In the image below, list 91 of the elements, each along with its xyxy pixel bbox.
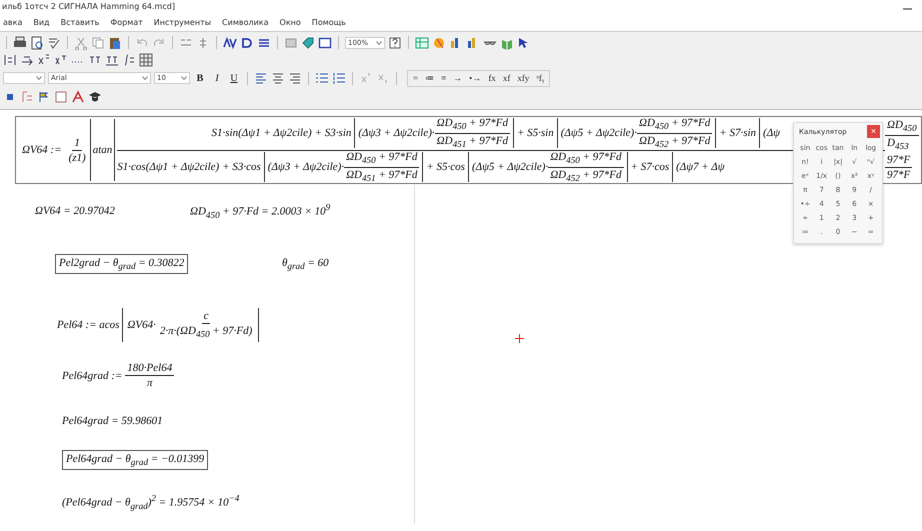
fraction-numerator: 1 xyxy=(72,136,82,150)
format-button[interactable]: I xyxy=(210,72,224,84)
formula-lhs: ΩV64 := xyxy=(22,144,62,156)
caret-icon xyxy=(142,76,148,80)
help-icon[interactable] xyxy=(388,36,402,50)
fraction-denominator: ΩD$_{451}$ + 97*Fd xyxy=(436,134,509,149)
matrix-icon[interactable] xyxy=(3,52,17,66)
menu-item[interactable]: Вставить xyxy=(60,18,100,26)
fraction-denominator: ΩD$_{452}$ + 97*Fd xyxy=(549,168,623,183)
formula-term: (Δψ7 + Δψ xyxy=(676,161,725,173)
fraction-denominator: ΩD$_{451}$ + 97*Fd xyxy=(345,168,418,183)
fraction-numerator: ΩD$_{450}$ + 97*Fd xyxy=(636,117,712,134)
integral-icon[interactable] xyxy=(122,52,136,66)
math-expression: Pel64grad = 59.98601 xyxy=(62,415,163,428)
formula-term: (Δψ3 + Δψ2cile)· xyxy=(358,127,435,139)
math-operator-button[interactable]: = xyxy=(413,73,418,83)
transpose-icon[interactable] xyxy=(54,52,68,66)
fraction-numerator: ΩD$_{450}$ + 97*Fd xyxy=(344,151,420,168)
spreadsheet-icon[interactable] xyxy=(415,36,429,50)
formula-operator: + S7·sin xyxy=(719,127,756,139)
fraction-denominator: 2·π·(ΩD$_{450}$ + 97·Fd) xyxy=(158,324,254,340)
caret-icon xyxy=(181,76,187,80)
window-title: ильб 1отсч 2 СИГНАЛА Hamming 64.mcd] xyxy=(2,2,175,11)
math-operator-button[interactable]: ≔ xyxy=(425,73,434,83)
menu-item[interactable]: Окно xyxy=(278,18,302,26)
menu-item[interactable]: Помощь xyxy=(310,18,347,26)
formula-term: (Δψ5 + Δψ2cile)· xyxy=(560,127,637,139)
math-operator-button[interactable]: → xyxy=(453,73,462,83)
caret-icon xyxy=(376,40,382,44)
calculate-icon[interactable] xyxy=(223,36,237,50)
align-left-icon[interactable] xyxy=(254,71,268,85)
formula-term: (Δψ5 + Δψ2cile)· xyxy=(472,161,548,173)
fraction-numerator: 180·Pel64 xyxy=(125,362,174,376)
menu-item[interactable]: Инструменты xyxy=(152,18,212,26)
formula-term: (Δψ xyxy=(763,127,780,139)
formula-operator: + S3·cos xyxy=(222,161,261,173)
fraction-numerator: ΩD$_{450}$ + 97*Fd xyxy=(434,117,510,134)
math-operator-button[interactable]: •→ xyxy=(469,73,482,83)
formula-term: S1·sin(Δψ1 + Δψ2cile) xyxy=(212,127,312,139)
paste-icon[interactable] xyxy=(108,36,122,50)
format-button[interactable]: B xyxy=(193,72,207,84)
formula-operator: + S5·cos xyxy=(426,161,465,173)
print-icon[interactable] xyxy=(13,36,27,50)
fraction-denominator: ΩD$_{452}$ + 97*Fd xyxy=(638,134,712,149)
fraction-denominator: 97*F xyxy=(886,168,912,180)
math-operator-button[interactable]: ˣfᵧ xyxy=(536,73,544,83)
formula-operator: + S5·sin xyxy=(516,127,554,139)
menu-item[interactable]: Символика xyxy=(221,18,270,26)
formula-term: (Δψ3 + Δψ2cile)· xyxy=(268,161,344,173)
math-expression: Pel2grad − θ$_{grad}$ = 0.30822 xyxy=(55,254,188,274)
formula-term: ΩV64· xyxy=(127,319,156,332)
math-expression: Pel64grad := xyxy=(62,370,122,382)
menu-item[interactable]: Формат xyxy=(109,18,144,26)
fraction-denominator: π xyxy=(146,376,154,390)
fraction-numerator: ΩD$_{450}$ + 97*Fd xyxy=(548,151,624,168)
formula-operator: + S7·cos xyxy=(630,161,670,173)
math-operator-button[interactable]: xfy xyxy=(517,73,530,83)
math-expression: Pel64 := acos xyxy=(57,319,120,332)
fraction-numerator: c xyxy=(202,310,210,324)
format-button[interactable]: U xyxy=(227,72,241,84)
fraction-numerator: ΩD$_{450}$ xyxy=(885,119,919,136)
window-icon[interactable] xyxy=(318,36,332,50)
math-expression: (Pel64grad − θ$_{grad}$)$^{2}$ = 1.95754 × 10$^{−4}$ xyxy=(62,492,240,510)
formula-operator: + S3·sin xyxy=(314,127,352,139)
grid-icon[interactable] xyxy=(139,52,153,66)
menu-item[interactable]: авка xyxy=(2,18,24,26)
align-center-icon[interactable] xyxy=(271,71,285,85)
fraction-denominator: (z1) xyxy=(68,150,87,164)
function-name: atan xyxy=(92,144,112,156)
print-preview-icon[interactable] xyxy=(30,36,44,50)
math-expression: Pel64grad − θ$_{grad}$ = −0.01399 xyxy=(62,450,208,470)
spellcheck-icon[interactable] xyxy=(47,36,61,50)
align-right-icon[interactable] xyxy=(288,71,302,85)
superscript-icon[interactable] xyxy=(37,52,51,66)
fraction-numerator: 97*F xyxy=(885,154,912,168)
math-operator-button[interactable]: xf xyxy=(502,73,510,83)
menu-item[interactable]: Вид xyxy=(32,18,51,26)
close-button[interactable]: × xyxy=(867,125,880,138)
flag-icon[interactable] xyxy=(37,90,51,104)
numbered-list-icon[interactable] xyxy=(332,71,346,85)
math-operator-button[interactable]: ≡ xyxy=(441,73,446,83)
math-expression: θ$_{grad}$ = 60 xyxy=(282,256,330,272)
fraction-denominator: D$_{453}$ xyxy=(886,136,910,151)
graduation-cap-icon[interactable] xyxy=(88,90,102,104)
caret-icon xyxy=(36,76,42,80)
math-expression: ΩV64 = 20.97042 xyxy=(35,204,116,217)
bullet-list-icon[interactable] xyxy=(315,71,329,85)
crosshair-cursor-icon xyxy=(515,334,524,343)
formula-term: S1·cos(Δψ1 + Δψ2cile) xyxy=(117,161,220,173)
math-operator-button[interactable]: fx xyxy=(488,73,496,83)
math-expression: ΩD$_{450}$ + 97·Fd = 2.0003 × 10$^{9}$ xyxy=(190,202,332,220)
